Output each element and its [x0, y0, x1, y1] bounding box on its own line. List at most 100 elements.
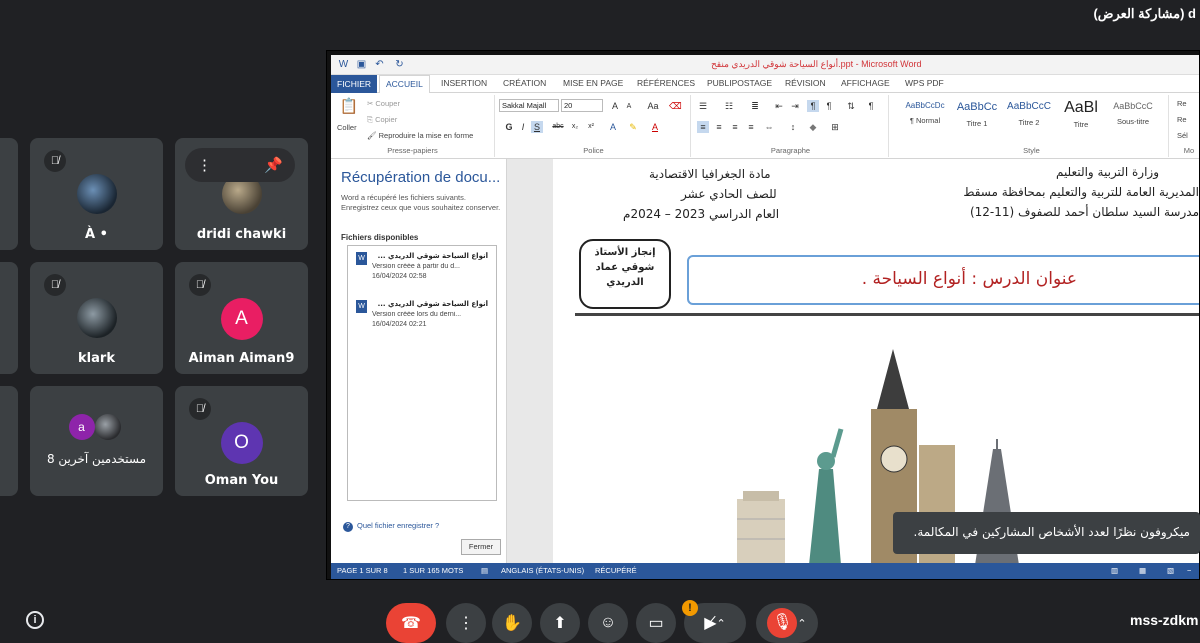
word-logo-icon: W — [338, 59, 349, 70]
decrease-indent-icon[interactable]: ⇤ — [773, 100, 785, 112]
paste-label[interactable]: Coller — [337, 123, 357, 132]
style-titre[interactable]: AaBl Titre — [1055, 99, 1107, 139]
multilevel-list-icon[interactable]: ≣ — [749, 100, 761, 112]
group-label: Style — [1023, 146, 1040, 155]
format-painter-button[interactable]: 🖌 Reproduire la mise en forme — [367, 131, 473, 140]
subscript-icon[interactable]: x₂ — [569, 121, 581, 133]
line-spacing-icon[interactable]: ↕ — [787, 121, 799, 133]
pane-description: Word a récupéré les fichiers suivants. E… — [341, 193, 501, 212]
tab-accueil[interactable]: ACCUEIL — [379, 75, 430, 94]
tab-creation[interactable]: CRÉATION — [503, 78, 546, 88]
font-color-icon[interactable]: A — [649, 121, 661, 133]
tile-actions[interactable]: ⋮ 📌 — [185, 148, 295, 182]
document-page[interactable]: وزارة التربية والتعليم المديرية العامة ل… — [553, 159, 1199, 565]
superscript-icon[interactable]: x² — [585, 121, 597, 133]
meeting-code: mss-zdkm — [1130, 612, 1199, 628]
bold-button[interactable]: G — [503, 121, 515, 133]
list-item[interactable]: W أنواع السياحة شوقي الدريدي ... Version… — [356, 252, 492, 286]
participant-tile[interactable]: 🎙̸ klark — [30, 262, 163, 374]
emoji-button[interactable]: ☺ — [588, 603, 628, 643]
save-icon[interactable]: ▣ — [355, 58, 368, 71]
grow-font-icon[interactable]: A — [609, 100, 621, 112]
numbering-icon[interactable]: ☷ — [723, 100, 735, 112]
align-right-icon[interactable]: ≡ — [729, 121, 741, 133]
participant-tile-partial[interactable] — [0, 138, 18, 250]
tab-insertion[interactable]: INSERTION — [441, 78, 487, 88]
select-button[interactable]: Sél — [1177, 131, 1188, 140]
scrollbar[interactable] — [507, 159, 553, 565]
highlight-icon[interactable]: ✎ — [627, 121, 639, 133]
print-layout-icon[interactable]: ▦ — [1139, 566, 1146, 575]
tab-revision[interactable]: RÉVISION — [785, 78, 826, 88]
text-effects-icon[interactable]: A — [607, 121, 619, 133]
justify-icon[interactable]: ≡ — [745, 121, 757, 133]
help-link[interactable]: ? Quel fichier enregistrer ? — [343, 521, 439, 532]
increase-indent-icon[interactable]: ⇥ — [789, 100, 801, 112]
read-mode-icon[interactable]: ▥ — [1111, 566, 1118, 575]
shading-icon[interactable]: ◆ — [807, 121, 819, 133]
underline-button[interactable]: S — [531, 121, 543, 133]
copy-button[interactable]: ⎘ Copier — [367, 115, 397, 125]
style-sous-titre[interactable]: AaBbCcC Sous-titre — [1107, 99, 1159, 139]
tab-affichage[interactable]: AFFICHAGE — [841, 78, 890, 88]
captions-button[interactable]: ▭ — [636, 603, 676, 643]
strikethrough-button[interactable]: abc — [549, 121, 567, 133]
end-call-button[interactable]: ☎ — [386, 603, 436, 643]
spell-check-icon[interactable]: ▤ — [481, 566, 488, 575]
participant-tile[interactable]: 🎙̸ À • — [30, 138, 163, 250]
list-item[interactable]: W أنواع السياحة شوقي الدريدي ... Version… — [356, 300, 492, 334]
font-size-select[interactable]: 20 — [561, 99, 603, 112]
shrink-font-icon[interactable]: A — [623, 101, 635, 113]
group-label: Police — [583, 146, 604, 155]
group-label: Paragraphe — [770, 146, 811, 155]
paste-icon[interactable]: 📋 — [339, 99, 359, 119]
tab-references[interactable]: RÉFÉRENCES — [637, 78, 695, 88]
zoom-out-icon[interactable]: − — [1187, 566, 1191, 575]
align-center-icon[interactable]: ≡ — [713, 121, 725, 133]
participant-tile-others[interactable]: a 8 مستخدمين آخرين — [30, 386, 163, 496]
tab-wps-pdf[interactable]: WPS PDF — [905, 78, 944, 88]
find-button[interactable]: Re — [1177, 99, 1187, 108]
change-case-icon[interactable]: Aa — [643, 100, 663, 112]
styles-group: AaBbCcDc ¶ Normal AaBbCc Titre 1 AaBbCcC Ti… — [895, 95, 1169, 157]
style-titre-2[interactable]: AaBbCcC Titre 2 — [1003, 99, 1055, 139]
undo-icon[interactable]: ↶ — [373, 58, 386, 71]
clear-format-icon[interactable]: ⌫ — [669, 100, 682, 112]
italic-button[interactable]: I — [517, 121, 529, 133]
borders-icon[interactable]: ⊞ — [829, 121, 841, 133]
bullets-icon[interactable]: ☰ — [697, 100, 709, 112]
distribute-icon[interactable]: ⇔ — [763, 121, 775, 133]
close-button[interactable]: Fermer — [461, 539, 501, 555]
participant-tile[interactable]: ⋮ 📌 dridi chawki — [175, 138, 308, 250]
participant-tile-partial[interactable] — [0, 262, 18, 374]
participant-tile[interactable]: 🎙̸ O Oman You — [175, 386, 308, 496]
mic-button[interactable]: 🎙 ⌃ — [756, 603, 818, 643]
rtl-icon[interactable]: ¶ — [807, 100, 819, 112]
divider — [575, 313, 1199, 316]
pin-icon[interactable]: 📌 — [264, 156, 283, 174]
cut-button[interactable]: ✂ Couper — [367, 99, 400, 108]
end-call-icon: ☎ — [401, 615, 421, 632]
show-marks-icon[interactable]: ¶ — [865, 100, 877, 112]
ltr-icon[interactable]: ¶ — [823, 100, 835, 112]
participant-tile[interactable]: 🎙̸ A Aiman Aiman9 — [175, 262, 308, 374]
info-icon[interactable]: i — [26, 611, 44, 629]
present-button[interactable]: ⬆ — [540, 603, 580, 643]
sort-icon[interactable]: ⇅ — [845, 100, 857, 112]
more-options-button[interactable]: ⋮ — [446, 603, 486, 643]
style-titre-1[interactable]: AaBbCc Titre 1 — [951, 99, 1003, 139]
language[interactable]: ANGLAIS (ÉTATS-UNIS) — [501, 566, 584, 575]
raise-hand-button[interactable]: ✋ — [492, 603, 532, 643]
tab-mise-en-page[interactable]: MISE EN PAGE — [563, 78, 623, 88]
style-normal[interactable]: AaBbCcDc ¶ Normal — [899, 99, 951, 139]
participant-tile-partial[interactable] — [0, 386, 18, 496]
tab-publipostage[interactable]: PUBLIPOSTAGE — [707, 78, 772, 88]
web-layout-icon[interactable]: ▧ — [1167, 566, 1174, 575]
font-name-select[interactable]: Sakkal Majall — [499, 99, 559, 112]
replace-button[interactable]: Re — [1177, 115, 1187, 124]
more-options-icon[interactable]: ⋮ — [197, 156, 212, 174]
redo-icon[interactable]: ↻ — [393, 58, 406, 71]
tab-fichier[interactable]: FICHIER — [331, 75, 377, 93]
align-left-icon[interactable]: ≡ — [697, 121, 709, 133]
participant-name: Aiman Aiman9 — [188, 351, 295, 366]
